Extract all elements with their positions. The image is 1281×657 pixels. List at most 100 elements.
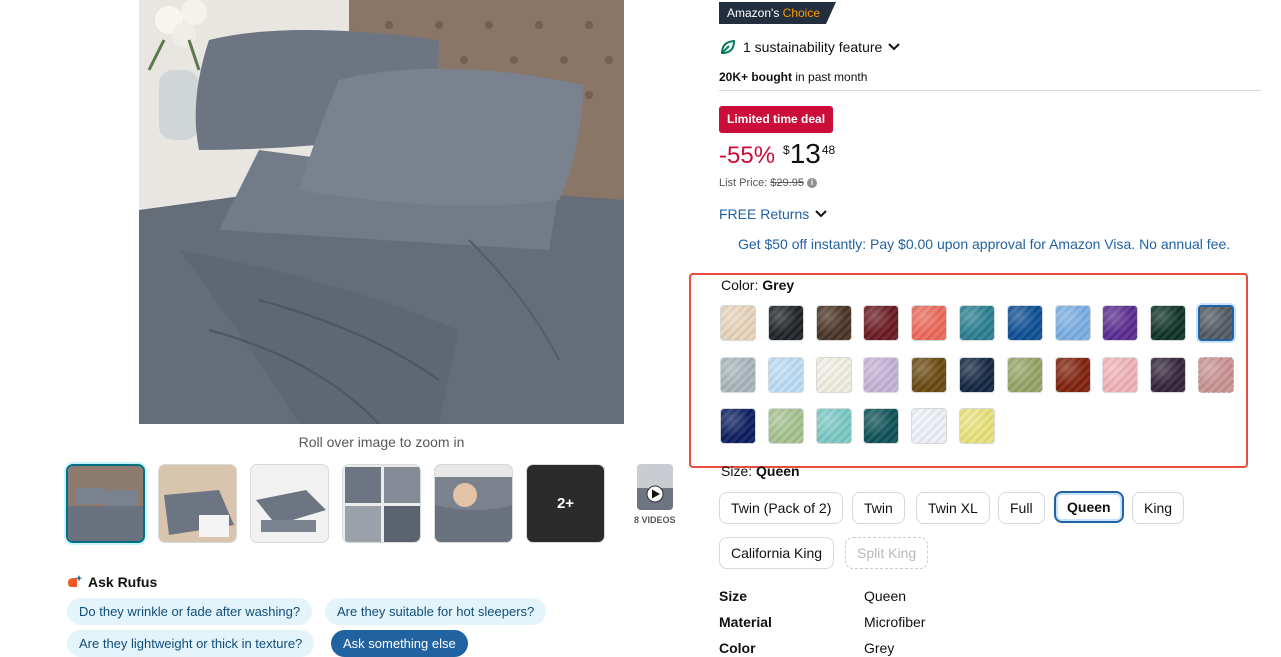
discount-percent: -55% xyxy=(719,142,776,169)
badge-text: Amazon's Choice xyxy=(719,2,827,24)
size-option-full[interactable]: Full xyxy=(998,492,1045,524)
color-swatch[interactable] xyxy=(863,357,899,393)
ask-rufus-heading: Ask Rufus xyxy=(67,574,157,590)
color-swatch[interactable] xyxy=(911,357,947,393)
color-swatch[interactable] xyxy=(1150,357,1186,393)
color-swatch[interactable] xyxy=(720,408,756,444)
color-swatch[interactable] xyxy=(863,408,899,444)
spec-value-size: Queen xyxy=(864,588,907,604)
color-swatch[interactable] xyxy=(911,408,947,444)
color-swatch[interactable] xyxy=(1150,305,1186,341)
size-option-twin-xl[interactable]: Twin XL xyxy=(916,492,990,524)
price-whole: 13 xyxy=(789,138,821,169)
ask-something-else-button[interactable]: Ask something else xyxy=(331,630,468,657)
spec-key-material: Material xyxy=(719,614,772,630)
limited-time-deal-badge: Limited time deal xyxy=(719,106,834,133)
thumbnail-image xyxy=(68,466,143,541)
price-currency: $ xyxy=(783,143,790,157)
color-swatch[interactable] xyxy=(1055,305,1091,341)
thumbnail-1[interactable] xyxy=(66,464,145,543)
color-swatch[interactable] xyxy=(816,305,852,341)
rufus-question-3[interactable]: Are they lightweight or thick in texture… xyxy=(67,630,315,657)
thumbnail-more[interactable]: 2+ xyxy=(526,464,605,543)
amazons-choice-badge: Amazon's Choice xyxy=(719,2,837,24)
thumbnail-5[interactable] xyxy=(434,464,513,543)
video-preview xyxy=(637,464,673,510)
price: -55% $ 13 48 xyxy=(719,138,835,170)
spec-value-color: Grey xyxy=(864,640,895,656)
badge-prefix: Amazon's xyxy=(727,6,780,20)
rufus-question-2[interactable]: Are they suitable for hot sleepers? xyxy=(325,598,547,625)
color-swatch[interactable] xyxy=(768,408,804,444)
size-option-twin[interactable]: Twin xyxy=(852,492,905,524)
color-swatch[interactable] xyxy=(911,305,947,341)
spec-value-material: Microfiber xyxy=(864,614,926,630)
size-option-california-king[interactable]: California King xyxy=(719,537,835,569)
videos-thumbnail[interactable]: 8 VIDEOS xyxy=(634,464,680,525)
thumbnail-4[interactable] xyxy=(342,464,421,543)
color-swatch[interactable] xyxy=(816,408,852,444)
thumbnail-2[interactable] xyxy=(158,464,237,543)
price-fraction: 48 xyxy=(821,143,836,157)
color-swatch[interactable] xyxy=(1198,305,1234,341)
size-option-king[interactable]: King xyxy=(1132,492,1185,524)
color-swatch[interactable] xyxy=(1102,305,1138,341)
color-swatch[interactable] xyxy=(768,305,804,341)
list-price: List Price: $29.95 i xyxy=(719,177,817,189)
play-icon xyxy=(637,464,673,510)
bed-sheets-photo xyxy=(139,0,624,424)
main-product-image[interactable] xyxy=(139,0,624,424)
chevron-down-icon xyxy=(815,210,827,218)
size-option-queen[interactable]: Queen xyxy=(1054,491,1124,523)
videos-label: 8 VIDEOS xyxy=(634,515,676,525)
selected-color: Grey xyxy=(762,277,795,293)
spec-key-size: Size xyxy=(719,588,748,604)
size-option-twin-pack-of-2[interactable]: Twin (Pack of 2) xyxy=(719,492,844,524)
leaf-icon xyxy=(720,39,736,54)
thumbnail-image xyxy=(159,465,236,542)
size-option-split-king[interactable]: Split King xyxy=(845,537,929,569)
color-swatch[interactable] xyxy=(1102,357,1138,393)
color-swatch[interactable] xyxy=(1055,357,1091,393)
chevron-down-icon xyxy=(888,43,901,51)
color-swatch[interactable] xyxy=(768,357,804,393)
zoom-hint: Roll over image to zoom in xyxy=(298,434,465,450)
color-swatch[interactable] xyxy=(1198,357,1234,393)
free-returns-link[interactable]: FREE Returns xyxy=(719,206,827,222)
ask-rufus-title: Ask Rufus xyxy=(88,574,158,590)
color-swatch[interactable] xyxy=(720,305,756,341)
free-returns-text: FREE Returns xyxy=(719,206,810,222)
color-label-text: Color: xyxy=(721,277,759,293)
badge-choice: Choice xyxy=(782,6,821,20)
color-swatch[interactable] xyxy=(863,305,899,341)
color-label: Color: Grey xyxy=(721,277,794,293)
color-swatch[interactable] xyxy=(959,357,995,393)
size-label-text: Size: xyxy=(721,463,753,479)
more-thumbnails-count: 2+ xyxy=(556,495,575,512)
spec-key-color: Color xyxy=(719,640,756,656)
info-icon[interactable]: i xyxy=(806,178,817,188)
bought-in-past-month: 20K+ bought in past month xyxy=(719,70,867,84)
color-swatch[interactable] xyxy=(959,305,995,341)
list-price-value: $29.95 xyxy=(770,177,804,189)
sustainability-text: 1 sustainability feature xyxy=(743,39,883,55)
color-swatch[interactable] xyxy=(1007,357,1043,393)
bought-suffix: in past month xyxy=(795,70,868,84)
bought-count: 20K+ bought xyxy=(719,70,793,84)
color-swatch[interactable] xyxy=(816,357,852,393)
thumbnail-image xyxy=(343,465,420,542)
thumbnail-image xyxy=(251,465,328,542)
visa-promo-link[interactable]: Get $50 off instantly: Pay $0.00 upon ap… xyxy=(738,236,1230,252)
rufus-question-1[interactable]: Do they wrinkle or fade after washing? xyxy=(67,598,313,625)
sustainability-feature-toggle[interactable]: 1 sustainability feature xyxy=(719,38,901,56)
color-swatch[interactable] xyxy=(1007,305,1043,341)
rufus-icon xyxy=(68,575,83,587)
badge-tail xyxy=(826,2,837,24)
color-swatch[interactable] xyxy=(720,357,756,393)
selected-size: Queen xyxy=(756,463,800,479)
thumbnail-3[interactable] xyxy=(250,464,329,543)
thumbnail-image xyxy=(435,465,512,542)
size-label: Size: Queen xyxy=(721,463,800,479)
color-swatch[interactable] xyxy=(959,408,995,444)
list-price-label: List Price: xyxy=(719,177,768,189)
